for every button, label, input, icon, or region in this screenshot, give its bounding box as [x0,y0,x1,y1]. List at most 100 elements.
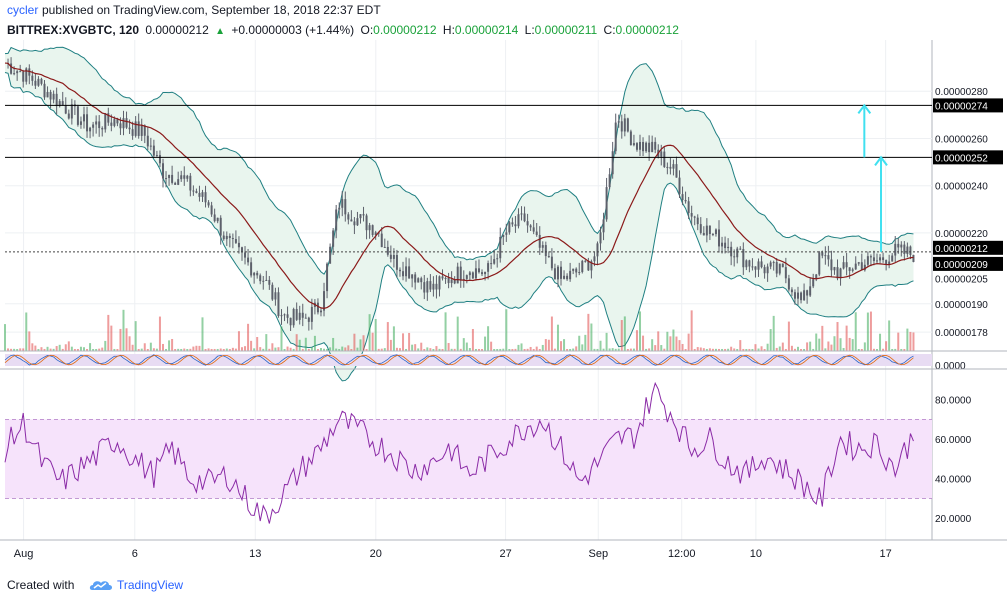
candle-body [672,164,675,169]
candle-body [383,246,386,248]
candle-body [821,252,824,256]
candle-body [629,131,632,146]
candle-body [623,118,626,132]
volume-bar [435,346,438,351]
candle-body [247,257,250,263]
candle-body [790,289,793,293]
candle-body [669,166,672,169]
volume-bar [414,344,417,351]
candle-body [602,219,605,233]
volume-bar [89,343,92,351]
time-axis[interactable]: Aug 6 13 20 27 Sep 12:00 10 17 [0,539,1007,560]
price-label: 0.00000209 [935,260,988,271]
candle-body [244,252,247,258]
volume-bar [161,343,164,351]
volume-bar [313,335,316,351]
candle-body [177,179,180,185]
volume-bar [797,346,800,351]
candle-body [189,175,192,191]
candle-body [304,317,307,319]
candle-body [523,213,526,222]
created-with-label: Created with [7,578,75,592]
candle-body [204,192,207,203]
candle-body [708,225,711,234]
candle-body [550,256,553,269]
volume-bar [535,346,538,351]
volume-bar [581,344,584,351]
candle-body [575,268,578,273]
volume-bar [869,311,872,351]
candle-body [219,217,222,236]
candle-body [168,174,171,179]
volume-bar [587,313,590,351]
candle-body [681,194,684,200]
candle-body [222,235,225,240]
candle-body [727,246,730,249]
candle-body [231,237,234,240]
candle-body [553,268,556,280]
volume-bar [833,336,836,351]
candle-body [626,118,629,132]
candle-body [216,217,219,222]
x-tick-label: Aug [14,548,34,560]
candle-body [502,234,505,237]
candle-body [526,221,529,226]
volume-bar [389,339,392,351]
volume-bar [158,316,161,351]
volume-bar [244,346,247,351]
candle-body [34,80,37,86]
volume-bar [544,339,547,351]
candle-body [122,118,125,129]
candle-body [760,261,763,268]
candle-body [165,178,168,180]
candle-body [408,266,411,279]
candle-body [468,272,471,276]
symbol-legend: BITTREX:XVGBTC, 120 0.00000212 ▲ +0.0000… [7,21,682,39]
candle-body [265,279,268,281]
candle-body [13,73,16,75]
chart-area[interactable]: 0.00000280 0.00000260 0.00000240 0.00000220… [0,40,1007,570]
candle-body [286,314,289,318]
volume-bar [125,328,128,351]
author-name[interactable]: cycler [7,0,38,20]
candle-body [31,75,34,81]
volume-bar [760,346,763,351]
candle-body [733,256,736,258]
candle-body [125,118,128,128]
candle-body [101,128,104,130]
volume-bar [547,339,550,351]
volume-bar [590,323,593,351]
candle-body [514,224,517,227]
candle-body [778,263,781,274]
candle-body [538,234,541,248]
candle-body [660,151,663,157]
volume-bar [240,347,243,351]
candle-body [228,235,231,238]
volume-bar [584,334,587,351]
candle-body [529,225,532,228]
candle-body [40,78,43,84]
candle-body [718,229,721,247]
candle-body [414,274,417,283]
volume-bar [402,333,405,351]
tradingview-link[interactable]: TradingView [117,578,183,592]
candle-body [611,151,614,175]
volume-bar [490,341,493,351]
candle-body [67,113,70,119]
candle-body [511,222,514,225]
volume-bar [778,346,781,351]
x-tick-label: 13 [249,548,261,560]
candle-body [599,232,602,244]
price-label: 0.00000212 [935,244,988,255]
candle-body [134,121,137,136]
candle-body [763,267,766,274]
volume-bar [58,344,61,351]
candle-body [201,192,204,197]
volume-bar [247,323,250,351]
candle-body [183,175,186,179]
rsi-pane[interactable]: 80.0000 60.0000 40.0000 20.0000 [0,368,1007,525]
volume-bar [259,347,262,351]
close-label: C: [603,23,616,37]
volume-bar [669,336,672,351]
candle-body [283,314,286,316]
